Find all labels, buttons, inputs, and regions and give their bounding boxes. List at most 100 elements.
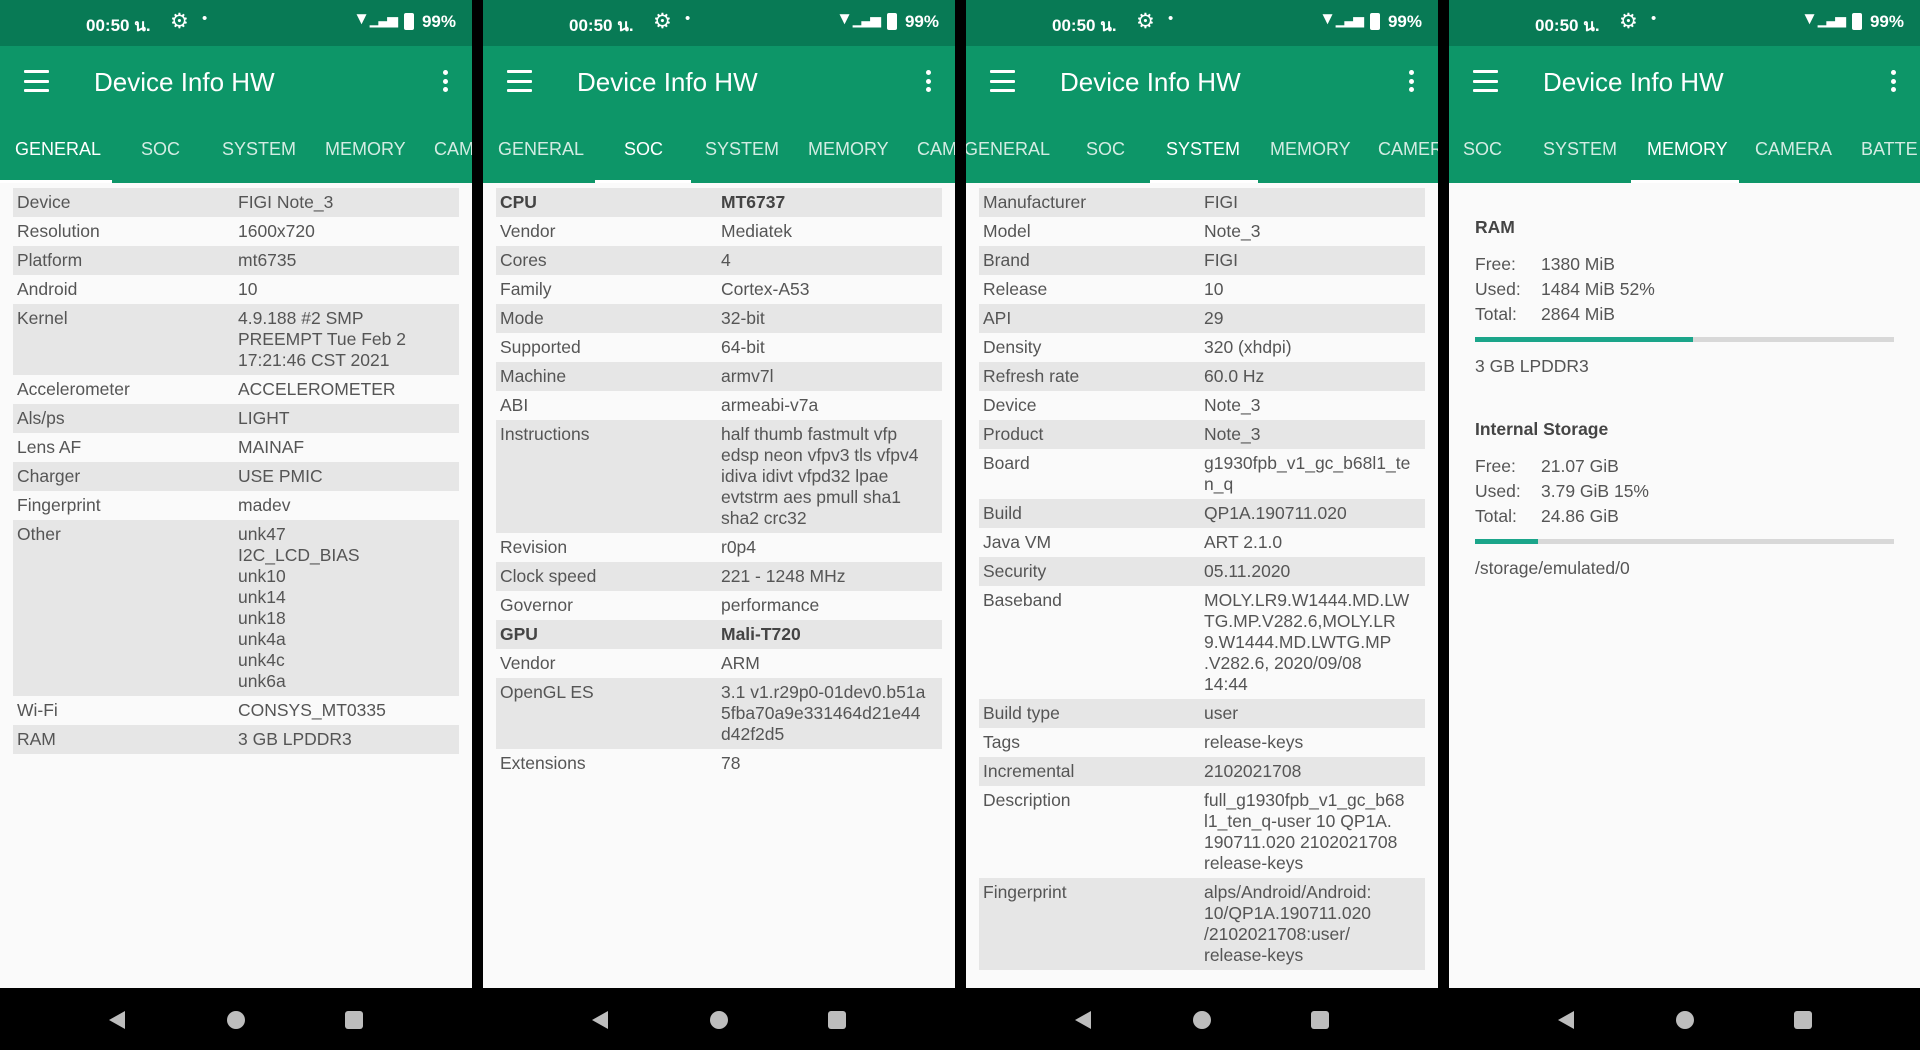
overflow-menu-icon[interactable] xyxy=(926,70,931,92)
recents-icon[interactable] xyxy=(1794,1011,1812,1029)
tab-memory[interactable]: MEMORY xyxy=(808,139,889,160)
info-row: Cores 4 xyxy=(496,246,942,275)
wifi-icon: ▼ xyxy=(353,9,370,28)
recents-icon[interactable] xyxy=(345,1011,363,1029)
storage-title: Internal Storage xyxy=(1475,419,1609,439)
back-icon[interactable] xyxy=(1558,1011,1574,1029)
info-row: Charger USE PMIC xyxy=(13,462,459,491)
app-title: Device Info HW xyxy=(1060,67,1241,97)
storage-used-row: Used: 3.79 GiB 15% xyxy=(1475,481,1649,501)
tab-soc[interactable]: SOC xyxy=(1086,139,1125,160)
info-row: Vendor Mediatek xyxy=(496,217,942,246)
recents-icon[interactable] xyxy=(828,1011,846,1029)
tab-bar: GENERAL SOC SYSTEM MEMORY CAM xyxy=(0,119,472,183)
info-row: Als/ps LIGHT xyxy=(13,404,459,433)
overflow-menu-icon[interactable] xyxy=(1891,70,1896,92)
info-row: API 29 xyxy=(979,304,1425,333)
navigation-bar xyxy=(0,988,1920,1050)
tab-memory[interactable]: MEMORY xyxy=(325,139,406,160)
info-row: CPU MT6737 xyxy=(496,188,942,217)
tab-indicator xyxy=(0,180,112,183)
recents-icon[interactable] xyxy=(1311,1011,1329,1029)
info-row: Accelerometer ACCELEROMETER xyxy=(13,375,459,404)
info-row: Revision r0p4 xyxy=(496,533,942,562)
memory-panel: RAM Free: 1380 MiB Used: 1484 MiB 52% Tota… xyxy=(1449,183,1920,613)
tab-soc[interactable]: SOC xyxy=(1463,139,1502,160)
status-bar: 00:50 น. ⚙ • ▼ ▁▃▅ 99% xyxy=(0,0,472,46)
tab-system[interactable]: SYSTEM xyxy=(705,139,779,160)
info-row: Security 05.11.2020 xyxy=(979,557,1425,586)
info-list: CPU MT6737 Vendor Mediatek Cores 4 Family Co… xyxy=(483,183,955,778)
tab-general[interactable]: GENERAL xyxy=(498,139,584,160)
overflow-menu-icon[interactable] xyxy=(443,70,448,92)
info-row: Device Note_3 xyxy=(979,391,1425,420)
app-title: Device Info HW xyxy=(1543,67,1724,97)
info-row: GPU Mali-T720 xyxy=(496,620,942,649)
back-icon[interactable] xyxy=(592,1011,608,1029)
battery-percent: 99% xyxy=(1869,12,1904,31)
battery-icon xyxy=(887,13,897,30)
home-icon[interactable] xyxy=(227,1011,245,1029)
tab-camera[interactable]: CAMERA xyxy=(1755,139,1832,160)
home-icon[interactable] xyxy=(1193,1011,1211,1029)
tab-soc[interactable]: SOC xyxy=(624,139,663,160)
phone-screen-memory: 00:50 น. ⚙ • ▼ ▁▃▅ 99% Device Info HW SO… xyxy=(1449,0,1920,988)
info-row: RAM 3 GB LPDDR3 xyxy=(13,725,459,754)
storage-usage-bar xyxy=(1475,539,1894,544)
status-time: 00:50 น. xyxy=(569,16,634,35)
tab-battery[interactable]: BATTE xyxy=(1861,139,1918,160)
battery-percent: 99% xyxy=(904,12,939,31)
settings-gear-icon: ⚙ xyxy=(1136,10,1155,33)
info-row: OpenGL ES 3.1 v1.r29p0-01dev0.b51a 5fba70… xyxy=(496,678,942,749)
tab-memory[interactable]: MEMORY xyxy=(1270,139,1351,160)
info-row: Wi-Fi CONSYS_MT0335 xyxy=(13,696,459,725)
tab-bar: SOC SYSTEM MEMORY CAMERA BATTE xyxy=(1449,119,1920,183)
back-icon[interactable] xyxy=(109,1011,125,1029)
status-bar: 00:50 น. ⚙ • ▼ ▁▃▅ 99% xyxy=(1449,0,1920,46)
status-time: 00:50 น. xyxy=(1052,16,1117,35)
tab-general[interactable]: GENERAL xyxy=(15,139,101,160)
home-icon[interactable] xyxy=(1676,1011,1694,1029)
info-row: Kernel 4.9.188 #2 SMP PREEMPT Tue Feb 2 1… xyxy=(13,304,459,375)
hamburger-menu-icon[interactable] xyxy=(1473,70,1498,92)
signal-icon: ▁▃▅ xyxy=(369,11,398,27)
battery-icon xyxy=(1370,13,1380,30)
notification-dot-icon: • xyxy=(202,10,208,27)
app-bar: Device Info HW xyxy=(966,46,1438,119)
app-bar: Device Info HW xyxy=(0,46,472,119)
storage-total-row: Total: 24.86 GiB xyxy=(1475,506,1619,526)
hamburger-menu-icon[interactable] xyxy=(990,70,1015,92)
tab-camera[interactable]: CAM xyxy=(917,139,955,160)
info-row: Platform mt6735 xyxy=(13,246,459,275)
home-icon[interactable] xyxy=(710,1011,728,1029)
overflow-menu-icon[interactable] xyxy=(1409,70,1414,92)
tab-camera[interactable]: CAM xyxy=(434,139,472,160)
ram-usage-bar xyxy=(1475,337,1894,342)
tab-indicator xyxy=(1150,180,1258,183)
tab-system[interactable]: SYSTEM xyxy=(1166,139,1240,160)
settings-gear-icon: ⚙ xyxy=(653,10,672,33)
tab-memory[interactable]: MEMORY xyxy=(1647,139,1728,160)
info-row: Fingerprint alps/Android/Android: 10/QP1A… xyxy=(979,878,1425,970)
tab-system[interactable]: SYSTEM xyxy=(222,139,296,160)
notification-dot-icon: • xyxy=(685,10,691,27)
tab-soc[interactable]: SOC xyxy=(141,139,180,160)
tab-camera[interactable]: CAMER xyxy=(1378,139,1438,160)
battery-icon xyxy=(1852,13,1862,30)
app-title: Device Info HW xyxy=(577,67,758,97)
info-row: Clock speed 221 - 1248 MHz xyxy=(496,562,942,591)
tab-general[interactable]: GENERAL xyxy=(966,139,1050,160)
info-row: Android 10 xyxy=(13,275,459,304)
tab-system[interactable]: SYSTEM xyxy=(1543,139,1617,160)
hamburger-menu-icon[interactable] xyxy=(24,70,49,92)
tab-indicator xyxy=(1631,180,1739,183)
notification-dot-icon: • xyxy=(1168,10,1174,27)
back-icon[interactable] xyxy=(1075,1011,1091,1029)
wifi-icon: ▼ xyxy=(1319,9,1336,28)
info-row: Lens AF MAINAF xyxy=(13,433,459,462)
signal-icon: ▁▃▅ xyxy=(1817,11,1846,27)
battery-icon xyxy=(404,13,414,30)
info-row: Machine armv7l xyxy=(496,362,942,391)
signal-icon: ▁▃▅ xyxy=(1335,11,1364,27)
hamburger-menu-icon[interactable] xyxy=(507,70,532,92)
